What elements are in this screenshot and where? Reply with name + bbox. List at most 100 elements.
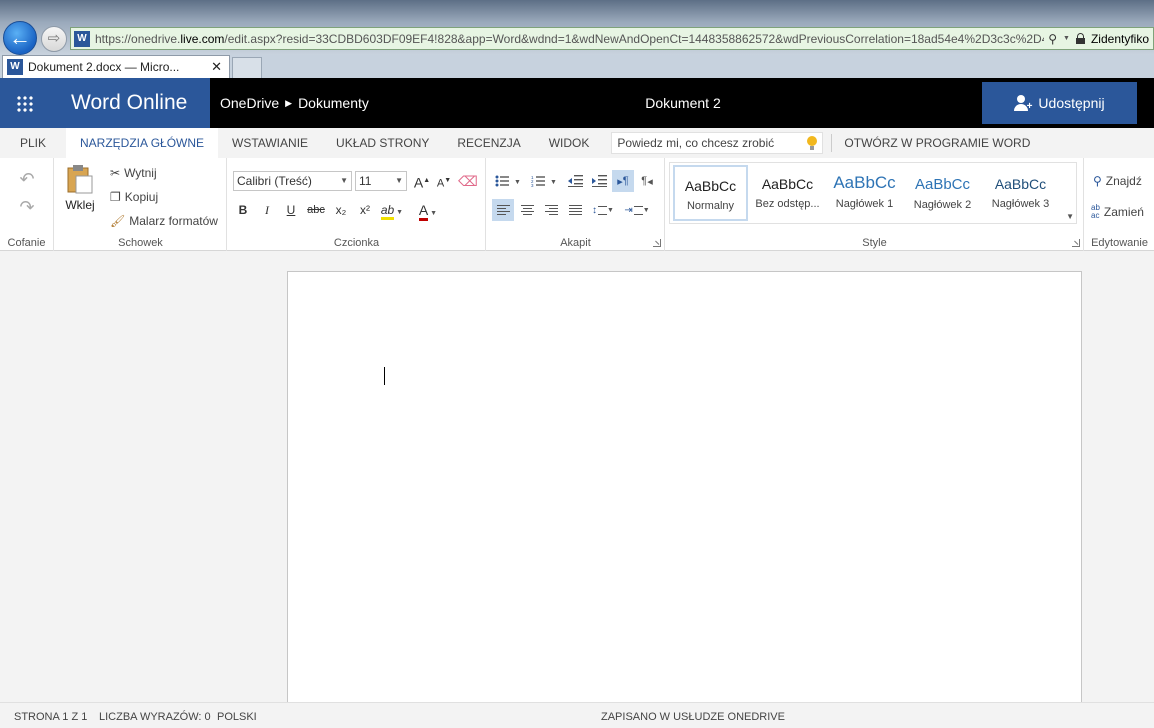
document-page[interactable] (287, 271, 1082, 703)
tab-uklad-strony[interactable]: UKŁAD STRONY (322, 128, 443, 158)
italic-button[interactable]: I (257, 200, 277, 220)
increase-indent-icon[interactable] (588, 170, 610, 192)
status-saved: ZAPISANO W USŁUDZE ONEDRIVE (601, 711, 785, 723)
add-person-icon: + (1014, 95, 1032, 112)
style-bez-odstepow[interactable]: AaBbCc Bez odstęp... (750, 165, 825, 221)
new-tab-button[interactable] (232, 57, 262, 78)
tab-narzedzia-glowne[interactable]: NARZĘDZIA GŁÓWNE (66, 128, 219, 158)
bold-button[interactable]: B (233, 200, 253, 220)
word-tab-icon: W (7, 59, 23, 75)
group-paragraph: ▼ 1 2 3 ▼ ▸ ¶ ¶ ◂ ↕ ▼ ⇥ ▼ Akapit (487, 158, 665, 251)
styles-dialog-launcher-icon[interactable] (1072, 239, 1080, 247)
forward-arrow-icon[interactable]: ⇨ (41, 26, 67, 52)
app-launcher-button[interactable] (0, 78, 50, 128)
tell-me-input[interactable]: Powiedz mi, co chcesz zrobić (611, 132, 824, 154)
search-icon[interactable]: ⚲ (1048, 32, 1057, 46)
copy-button[interactable]: ❐ Kopiuj (110, 190, 158, 204)
document-title[interactable]: Dokument 2 (600, 78, 766, 128)
status-word-count[interactable]: LICZBA WYRAZÓW: 0 (99, 711, 211, 723)
superscript-button[interactable]: x² (355, 200, 375, 220)
undo-icon[interactable]: ↶ (17, 170, 37, 188)
breadcrumb-onedrive[interactable]: OneDrive (220, 78, 279, 128)
rtl-direction-icon[interactable]: ¶ ◂ (636, 170, 658, 192)
style-naglowek-2[interactable]: AaBbCc Nagłówek 2 (905, 165, 980, 221)
copy-icon: ❐ (110, 190, 121, 204)
replace-button[interactable]: ab ac Zamień (1091, 204, 1144, 220)
numbering-icon[interactable]: 1 2 3 ▼ (529, 170, 559, 192)
justify-icon[interactable] (564, 199, 586, 221)
breadcrumb-dokumenty[interactable]: Dokumenty (298, 78, 369, 128)
strikethrough-button[interactable]: abc (305, 200, 327, 220)
scissors-icon: ✂ (110, 166, 121, 180)
paragraph-dialog-launcher-icon[interactable] (653, 239, 661, 247)
clipboard-paste-icon (67, 165, 93, 194)
group-label-editing: Edytowanie (1091, 237, 1148, 249)
lightbulb-icon (807, 136, 818, 150)
replace-icon: ab ac (1091, 203, 1100, 220)
ribbon: ↶ ↷ Cofanie Wklej ✂ Wytnij ❐ Kopiuj 🖌 Malar… (0, 158, 1154, 251)
bullets-icon[interactable]: ▼ (493, 170, 523, 192)
cut-button[interactable]: ✂ Wytnij (110, 166, 157, 180)
breadcrumb: OneDrive ▶ Dokumenty (220, 78, 369, 128)
document-canvas (0, 252, 1154, 703)
font-color-button[interactable]: A ▼ (414, 200, 442, 221)
align-left-icon[interactable] (492, 199, 514, 221)
chevron-down-icon[interactable]: ▼ (1063, 35, 1070, 42)
line-spacing-icon[interactable]: ↕ ▼ (588, 199, 618, 221)
lock-icon[interactable] (1075, 33, 1085, 44)
align-right-icon[interactable] (540, 199, 562, 221)
grow-font-button[interactable]: A▲ (412, 171, 432, 191)
status-language[interactable]: POLSKI (217, 711, 257, 723)
tab-divider (831, 134, 833, 152)
group-font: Calibri (Treść) ▼ 11 ▼ A▲ A▼ ⌫ B I U abc x… (228, 158, 486, 251)
address-url[interactable]: https://onedrive.live.com/edit.aspx?resi… (95, 32, 1044, 46)
tell-me-placeholder: Powiedz mi, co chcesz zrobić (617, 136, 775, 150)
address-bar[interactable]: W https://onedrive.live.com/edit.aspx?re… (70, 27, 1154, 50)
style-normalny[interactable]: AaBbCc Normalny (673, 165, 748, 221)
open-in-word-button[interactable]: OTWÓRZ W PROGRAMIE WORD (840, 128, 1034, 158)
share-button[interactable]: + Udostępnij (982, 82, 1137, 124)
format-painter-button[interactable]: 🖌 Malarz formatów (110, 214, 218, 228)
style-naglowek-1[interactable]: AaBbCc Nagłówek 1 (827, 165, 902, 221)
decrease-indent-icon[interactable] (564, 170, 586, 192)
align-center-icon[interactable] (516, 199, 538, 221)
back-arrow-icon[interactable]: ← (3, 21, 37, 55)
breadcrumb-separator-icon: ▶ (285, 98, 293, 108)
style-naglowek-3[interactable]: AaBbCc Nagłówek 3 (983, 165, 1058, 221)
font-name-dropdown[interactable]: Calibri (Treść) ▼ (233, 171, 352, 191)
search-icon: ⚲ (1093, 174, 1102, 188)
tab-recenzja[interactable]: RECENZJA (443, 128, 534, 158)
group-label-styles: Style (862, 237, 887, 249)
tab-wstawianie[interactable]: WSTAWIANIE (218, 128, 322, 158)
site-identity[interactable]: Zidentyfiko (1091, 32, 1149, 46)
redo-icon[interactable]: ↷ (17, 198, 37, 216)
tab-widok[interactable]: WIDOK (535, 128, 604, 158)
browser-tab[interactable]: W Dokument 2.docx — Micro... ✕ (2, 55, 230, 78)
app-header: Word Online OneDrive ▶ Dokumenty Dokumen… (0, 78, 1154, 128)
gallery-more-icon[interactable]: ▼ (1066, 212, 1074, 221)
find-button[interactable]: ⚲ Znajdź (1093, 174, 1142, 188)
paste-button[interactable]: Wklej (63, 164, 97, 216)
style-gallery: AaBbCc Normalny AaBbCc Bez odstęp... AaB… (669, 162, 1077, 224)
paragraph-indent-icon[interactable]: ⇥ ▼ (622, 199, 652, 221)
paste-label: Wklej (65, 198, 95, 212)
highlight-button[interactable]: ab ▼ (378, 200, 406, 220)
close-icon[interactable]: ✕ (208, 59, 225, 75)
ltr-direction-icon[interactable]: ▸ ¶ (612, 170, 634, 192)
subscript-button[interactable]: x₂ (331, 200, 351, 220)
share-button-label: Udostępnij (1038, 95, 1105, 111)
paintbrush-icon: 🖌 (110, 214, 126, 228)
clear-formatting-icon[interactable]: ⌫ (458, 171, 478, 191)
underline-button[interactable]: U (281, 200, 301, 220)
font-size-dropdown[interactable]: 11 ▼ (355, 171, 407, 191)
browser-titlebar: ← ⇨ W https://onedrive.live.com/edit.asp… (0, 0, 1154, 55)
ribbon-tabs: PLIK NARZĘDZIA GŁÓWNE WSTAWIANIE UKŁAD S… (0, 128, 1154, 158)
group-label-font: Czcionka (333, 237, 380, 249)
group-label-undo: Cofanie (7, 237, 46, 249)
shrink-font-button[interactable]: A▼ (434, 171, 454, 191)
waffle-icon (16, 95, 34, 113)
brand-word-online[interactable]: Word Online (50, 78, 210, 128)
tab-plik[interactable]: PLIK (0, 128, 66, 158)
group-clipboard: Wklej ✂ Wytnij ❐ Kopiuj 🖌 Malarz formatów S… (55, 158, 227, 251)
browser-tab-strip: W Dokument 2.docx — Micro... ✕ (0, 55, 1154, 78)
